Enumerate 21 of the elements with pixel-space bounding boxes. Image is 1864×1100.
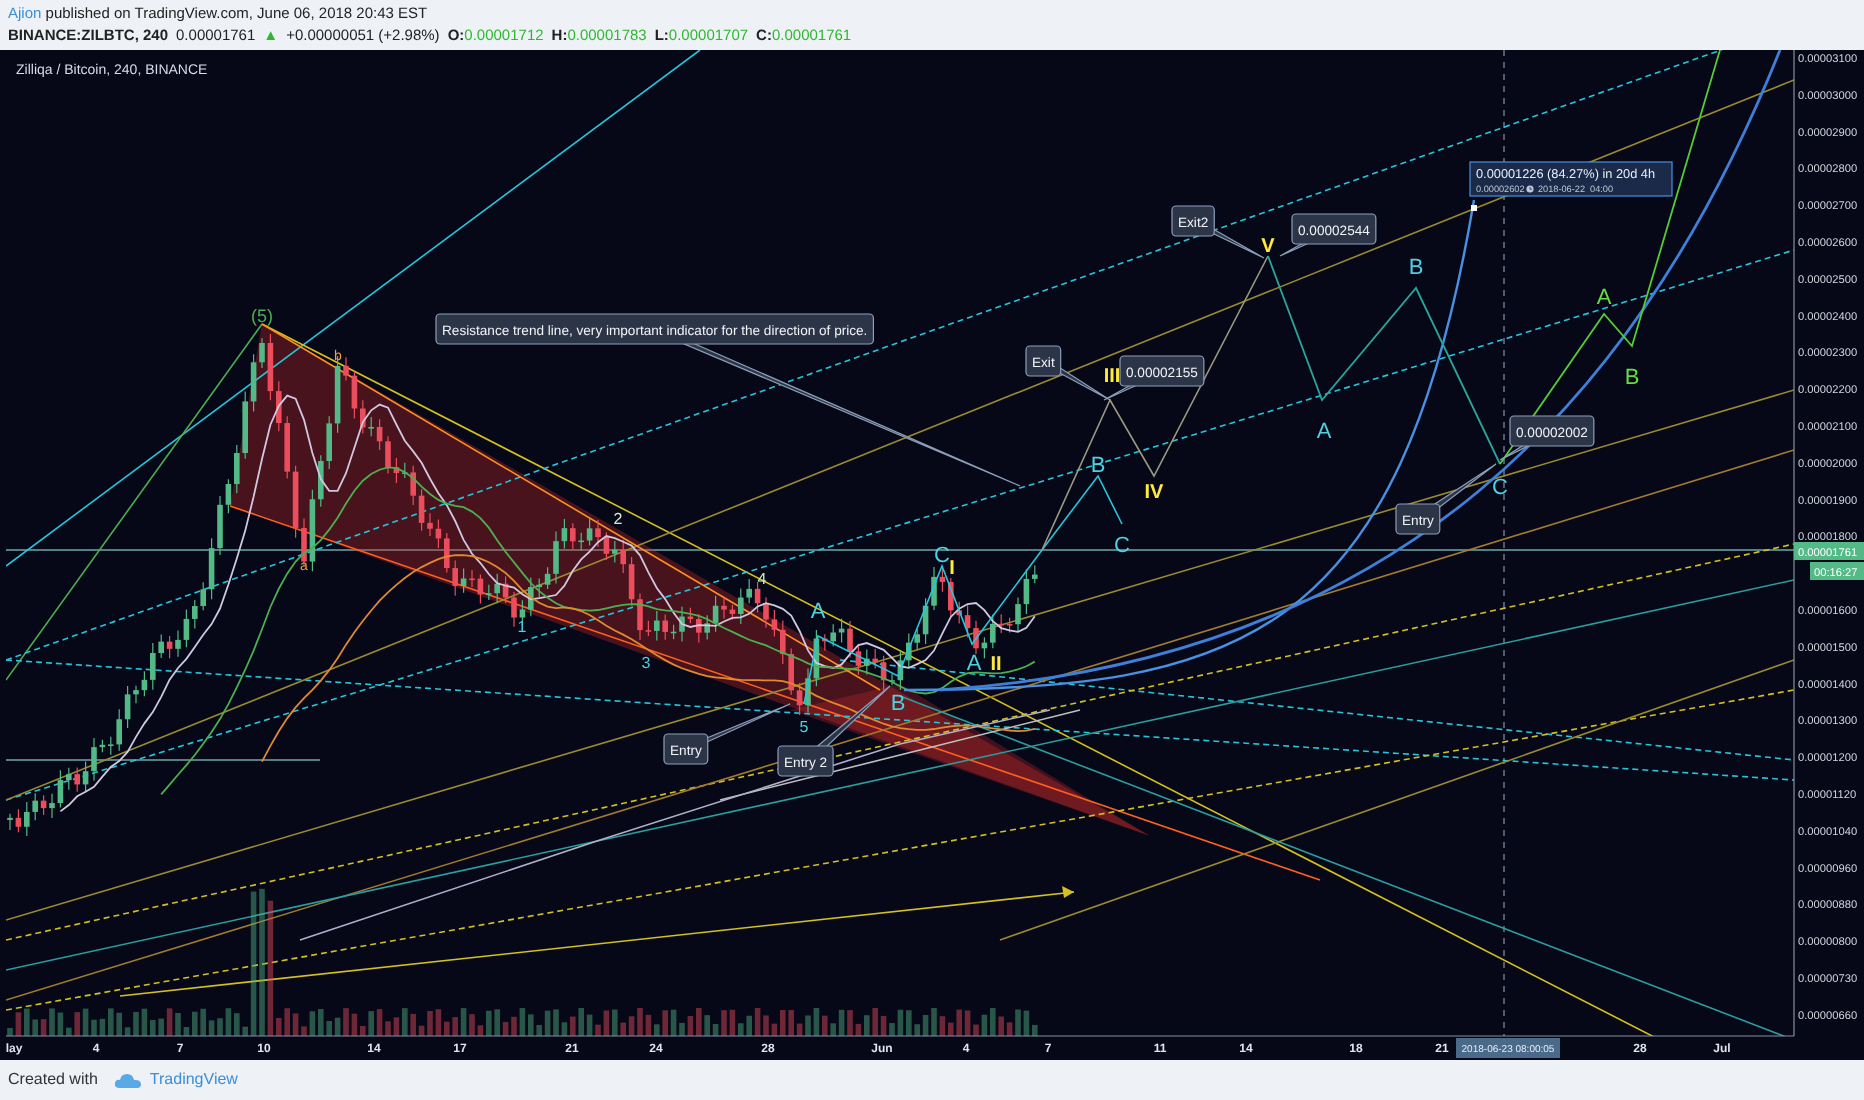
wave-label: B: [890, 692, 906, 716]
wave-label: C: [934, 544, 950, 568]
wave-label: 3: [641, 654, 651, 672]
created-with-label: Created with: [8, 1068, 98, 1092]
wave-label: A: [966, 652, 982, 676]
wave-label: A: [1316, 420, 1332, 444]
brand-link[interactable]: TradingView: [149, 1068, 238, 1092]
wave-label: IV: [1144, 482, 1164, 504]
wave-label: A: [1596, 286, 1612, 310]
wave-label: (5): [251, 306, 273, 326]
wave-label: B: [1624, 366, 1640, 390]
wave-label: 2: [613, 510, 623, 528]
wave-label: 1: [517, 618, 527, 636]
wave-label: III: [1103, 366, 1121, 388]
wave-label: B: [1090, 454, 1106, 478]
wave-label: V: [1261, 236, 1275, 258]
wave-label: B: [1408, 256, 1424, 280]
wave-label: I: [949, 558, 955, 580]
wave-label: II: [990, 654, 1002, 676]
wave-label: 5: [799, 718, 809, 736]
wave-label: C: [1492, 476, 1508, 500]
